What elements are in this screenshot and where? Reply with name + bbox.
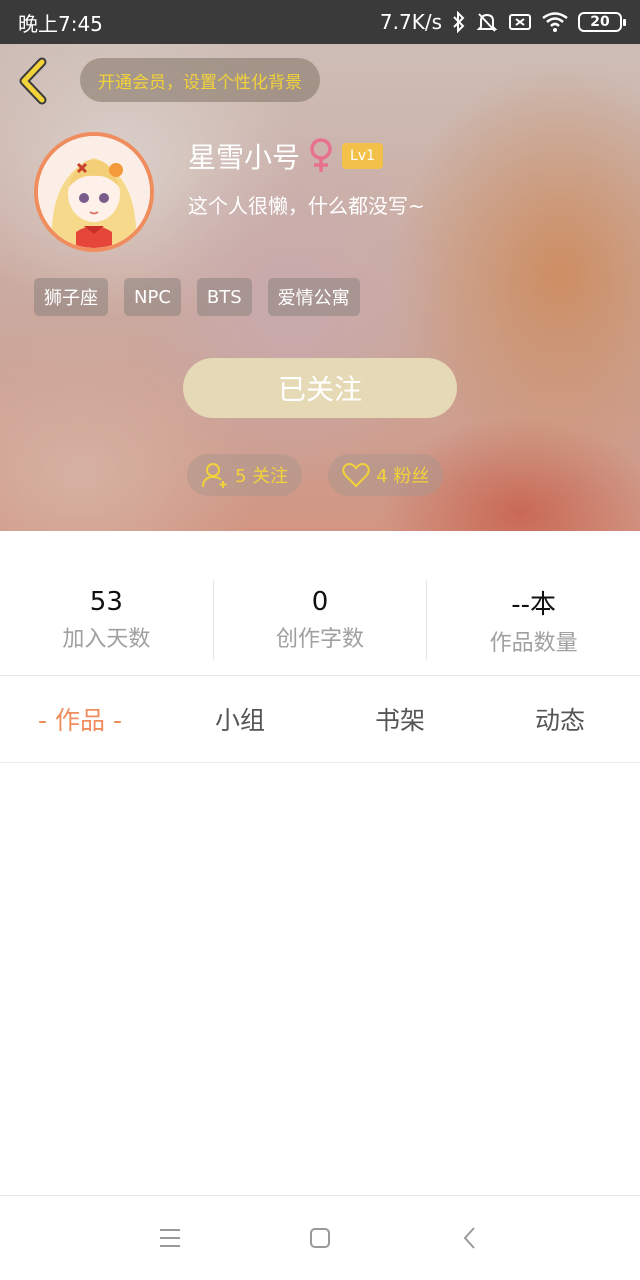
female-icon [308,138,334,174]
menu-button[interactable] [150,1218,190,1258]
tab-bar: - 作品 - 小组 书架 动态 [0,676,640,762]
wifi-icon [542,12,568,32]
follow-counts: 5 关注 4 粉丝 [187,454,444,496]
follow-button[interactable]: 已关注 [183,358,457,418]
system-nav-bar [0,1195,640,1280]
home-square-icon [310,1228,330,1248]
stat-value: --本 [511,589,557,620]
avatar-image [38,136,150,248]
back-nav-button[interactable] [450,1218,490,1258]
menu-icon [160,1229,180,1247]
tab-content [0,763,640,1195]
stat-label: 创作字数 [276,627,365,652]
name-row: 星雪小号 Lv1 [188,136,384,176]
following-count: 5 关注 [235,466,289,487]
back-button[interactable] [14,56,54,106]
user-add-icon [202,463,227,488]
username: 星雪小号 [188,141,301,174]
stat-label: 作品数量 [489,630,578,656]
stat-label: 加入天数 [62,627,151,652]
stat-value: 0 [311,587,329,617]
back-chevron-icon [463,1227,475,1249]
tag-item[interactable]: BTS [196,278,252,316]
fans-button[interactable]: 4 粉丝 [328,454,444,496]
tab-activity[interactable]: 动态 [480,676,640,762]
stat-works-count: --本 作品数量 [426,580,640,660]
status-right: 7.7K/s 20 [379,10,626,34]
level-badge: Lv1 [342,143,384,169]
vip-background-prompt[interactable]: 开通会员，设置个性化背景 [80,58,320,102]
home-button[interactable] [300,1218,340,1258]
tab-works[interactable]: - 作品 - [0,676,160,762]
tag-list: 狮子座 NPC BTS 爱情公寓 [34,278,360,316]
stats-row: 53 加入天数 0 创作字数 --本 作品数量 [0,580,640,660]
tab-bookshelf[interactable]: 书架 [320,676,480,762]
battery-icon: 20 [578,12,626,32]
battery-level: 20 [590,14,610,30]
tag-item[interactable]: 狮子座 [34,278,108,316]
profile-header: 开通会员，设置个性化背景 星雪小号 Lv1 这个人很懒，什么都没写~ 狮子座 N… [0,44,640,531]
back-arrow-icon [19,57,47,105]
stat-value: 53 [89,587,123,617]
stat-join-days: 53 加入天数 [0,580,213,660]
network-speed: 7.7K/s [379,10,442,34]
heart-icon [342,463,370,488]
stat-word-count: 0 创作字数 [212,580,427,660]
tab-groups[interactable]: 小组 [160,676,320,762]
fans-count: 4 粉丝 [376,466,430,487]
tag-item[interactable]: NPC [124,278,181,316]
status-bar: 晚上7:45 7.7K/s 20 [0,0,640,44]
following-button[interactable]: 5 关注 [187,454,303,496]
avatar[interactable] [34,132,154,252]
bluetooth-icon [452,11,466,33]
tag-item[interactable]: 爱情公寓 [267,278,360,316]
bio: 这个人很懒，什么都没写~ [188,194,425,218]
sim-off-icon [508,12,532,32]
bell-off-icon [476,11,498,33]
status-time: 晚上7:45 [18,11,103,36]
